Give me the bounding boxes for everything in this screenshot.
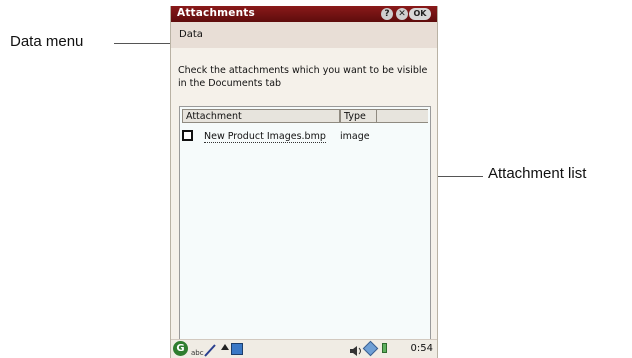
menu-data[interactable]: Data <box>179 29 203 40</box>
abc-pen-icon[interactable]: abc <box>191 342 217 357</box>
callout-data-menu: Data menu <box>10 33 84 50</box>
network-icon[interactable] <box>362 340 379 357</box>
attachment-type: image <box>340 131 370 142</box>
close-button[interactable]: ✕ <box>396 8 408 20</box>
callout-data-menu-leader <box>114 43 174 44</box>
ok-button[interactable]: OK <box>409 8 431 20</box>
window-switch-icon[interactable] <box>231 343 243 355</box>
callout-attachment-list: Attachment list <box>488 165 587 182</box>
column-header-attachment[interactable]: Attachment <box>182 109 340 123</box>
arrow-up-icon[interactable] <box>221 344 229 350</box>
title-bar: Attachments ? ✕ OK <box>171 6 437 22</box>
speaker-icon[interactable] <box>349 342 363 358</box>
menu-bar: Data <box>171 22 437 48</box>
list-item[interactable]: New Product Images.bmp image <box>182 129 422 145</box>
device-screen: Attachments ? ✕ OK Data Check the attach… <box>170 6 438 358</box>
g-start-icon[interactable]: G <box>173 341 188 356</box>
column-header-type[interactable]: Type <box>340 109 377 123</box>
instruction-text: Check the attachments which you want to … <box>178 65 428 89</box>
svg-text:abc: abc <box>191 349 204 357</box>
column-header-filler <box>377 109 428 123</box>
attachment-list[interactable]: Attachment Type New Product Images.bmp i… <box>179 106 431 340</box>
clock-time[interactable]: 0:54 <box>411 343 433 354</box>
help-button[interactable]: ? <box>381 8 393 20</box>
attachment-checkbox[interactable] <box>182 130 193 141</box>
attachment-name: New Product Images.bmp <box>204 131 326 143</box>
battery-icon[interactable] <box>382 343 387 353</box>
status-bar: G abc 0:54 <box>171 339 437 358</box>
window-title: Attachments <box>177 7 255 19</box>
